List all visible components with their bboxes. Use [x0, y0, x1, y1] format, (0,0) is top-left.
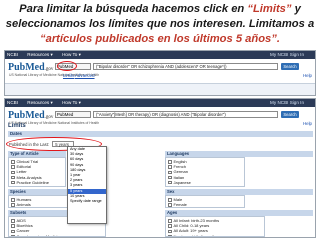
checkbox[interactable] — [168, 224, 172, 228]
resources-menu[interactable]: Resources ▾ — [27, 100, 53, 105]
type-of-article-list: Clinical Trial Editorial Letter Meta-Analys… — [8, 157, 66, 187]
language-option[interactable]: Japanese — [168, 180, 242, 185]
checkbox[interactable] — [168, 160, 172, 164]
ncbi-top-bar: NCBI Resources ▾ How To ▾ My NCBI Sign I… — [5, 99, 315, 107]
highlight-circle-limits — [57, 61, 77, 71]
caption-line-3: “artículos publicados en los últimos 5 a… — [40, 33, 280, 45]
help-link[interactable]: Help — [303, 121, 312, 126]
checkbox[interactable] — [11, 198, 15, 202]
ncbi-top-bar: NCBI Resources ▾ How To ▾ My NCBI Sign I… — [5, 51, 315, 59]
slide-caption: Para limitar la búsqueda hacemos click e… — [0, 0, 320, 48]
article-type-option[interactable]: Practice Guideline — [11, 180, 63, 185]
checkbox[interactable] — [11, 229, 15, 234]
checkbox[interactable] — [11, 160, 15, 164]
ncbi-link[interactable]: NCBI — [7, 100, 18, 105]
published-dropdown-menu[interactable]: Any date 30 days 60 days 90 days 180 days 1 y… — [67, 146, 107, 224]
checkbox[interactable] — [168, 175, 172, 180]
checkbox[interactable] — [11, 165, 15, 169]
checkbox[interactable] — [168, 219, 172, 223]
sex-option[interactable]: Female — [168, 202, 242, 207]
checkbox[interactable] — [11, 234, 15, 236]
how-to-menu[interactable]: How To ▾ — [62, 100, 81, 105]
checkbox[interactable] — [11, 203, 15, 207]
checkbox[interactable] — [168, 180, 172, 185]
pubmed-search-row: PubMed.gov US National Library of Medici… — [5, 108, 315, 130]
ncbi-link[interactable]: NCBI — [7, 52, 18, 57]
checkbox[interactable] — [11, 175, 15, 180]
pubmed-logo: PubMed.gov — [8, 62, 54, 73]
caption-highlight-limits: “Limits” — [247, 3, 292, 15]
pubmed-screenshot-limits: NCBI Resources ▾ How To ▾ My NCBI Sign I… — [4, 98, 316, 238]
limits-title: Limits — [8, 123, 26, 129]
sex-list: Male Female — [165, 195, 245, 208]
checkbox[interactable] — [168, 229, 172, 234]
checkbox[interactable] — [11, 180, 15, 185]
search-button[interactable]: Search — [281, 63, 299, 70]
age-label: Newborn: birth-1 month — [173, 233, 216, 237]
languages-list: English French German Italian Japanese — [165, 157, 245, 187]
subset-label: Complementary Medicine — [16, 233, 62, 237]
advanced-link[interactable]: Advanced — [75, 73, 95, 78]
article-type-label: Practice Guideline — [16, 179, 49, 185]
resources-menu[interactable]: Resources ▾ — [27, 52, 53, 57]
search-input[interactable]: ("Anxiety"[Mesh] OR therapy) OR (diagnos… — [93, 111, 278, 118]
checkbox[interactable] — [168, 165, 172, 169]
search-input[interactable]: ("Bipolar disorder" OR schizophrenia AND… — [93, 63, 278, 70]
signin-link[interactable]: My NCBI Sign In — [270, 51, 304, 59]
species-label: Animals — [16, 202, 31, 208]
checkbox[interactable] — [168, 234, 172, 236]
results-strip — [5, 83, 315, 95]
checkbox[interactable] — [11, 170, 15, 175]
checkbox[interactable] — [168, 203, 172, 207]
help-link[interactable]: Help — [303, 73, 312, 78]
pubmed-search-row: PubMed.gov US National Library of Medici… — [5, 60, 315, 82]
subset-option[interactable]: Complementary Medicine — [11, 233, 103, 237]
checkbox[interactable] — [11, 219, 15, 223]
caption-line-1: Para limitar la búsqueda hacemos click e… — [19, 3, 301, 15]
dropdown-option[interactable]: Specify date range — [68, 199, 106, 204]
pubmed-screenshot-search: NCBI Resources ▾ How To ▾ My NCBI Sign I… — [4, 50, 316, 96]
search-button[interactable]: Search — [281, 111, 299, 118]
checkbox[interactable] — [168, 198, 172, 202]
age-option[interactable]: Newborn: birth-1 month — [168, 233, 262, 237]
database-select[interactable]: PubMed — [55, 111, 91, 118]
how-to-menu[interactable]: How To ▾ — [62, 52, 81, 57]
signin-link[interactable]: My NCBI Sign In — [270, 99, 304, 107]
sex-label: Female — [173, 202, 187, 208]
language-label: Japanese — [173, 179, 191, 185]
pubmed-logo: PubMed.gov — [8, 110, 54, 121]
checkbox[interactable] — [168, 170, 172, 175]
limits-link[interactable]: Limits — [63, 73, 74, 78]
ages-list: All Infant: birth-23 months All Child: 0-… — [165, 216, 265, 237]
caption-line-2: seleccionamos los límites que nos intere… — [5, 18, 315, 30]
checkbox[interactable] — [11, 224, 15, 228]
